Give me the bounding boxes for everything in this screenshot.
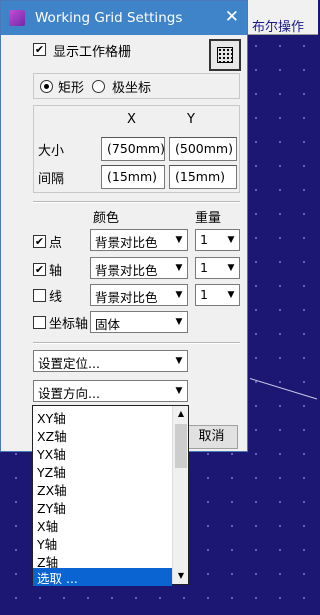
dropdown-option[interactable]: ZY轴	[37, 498, 66, 516]
weight-header: 重量	[195, 211, 222, 226]
direction-dropdown-list[interactable]: XY轴 XZ轴 YX轴 YZ轴 ZX轴 ZY轴 X轴 Y轴 Z轴 选取 ... …	[32, 405, 189, 586]
coord-axis-label: 坐标轴	[49, 317, 89, 332]
chevron-down-icon: ▼	[171, 312, 187, 332]
lines-weight-value: 1	[200, 287, 208, 302]
set-position-select[interactable]: 设置定位... ▼	[33, 350, 188, 372]
chevron-down-icon: ▼	[223, 230, 239, 250]
points-color-value: 背景对比色	[95, 235, 158, 250]
set-direction-value: 设置方向...	[38, 386, 100, 401]
polar-label: 极坐标	[112, 81, 152, 96]
scroll-thumb[interactable]	[175, 424, 187, 468]
spacing-label: 间隔	[38, 172, 65, 187]
chevron-down-icon: ▼	[171, 230, 187, 250]
main-toolbar-fragment: 布尔操作	[246, 0, 318, 35]
lines-label: 线	[49, 290, 63, 305]
axis-weight-value: 1	[200, 260, 208, 275]
dropdown-option[interactable]: XY轴	[37, 408, 66, 426]
points-checkbox[interactable]: ✔	[33, 235, 46, 248]
axis-checkbox[interactable]: ✔	[33, 263, 46, 276]
spacing-y-field[interactable]: (15mm)	[169, 165, 237, 189]
spacing-x-field[interactable]: (15mm)	[101, 165, 165, 189]
close-icon[interactable]: ✕	[225, 7, 239, 27]
axis-color-value: 背景对比色	[95, 263, 158, 278]
dropdown-option[interactable]: XZ轴	[37, 426, 67, 444]
show-grid-checkbox[interactable]: ✔	[33, 43, 46, 56]
column-x-header: X	[127, 112, 136, 127]
dropdown-option-selected[interactable]: 选取 ...	[33, 568, 172, 586]
separator	[33, 201, 240, 203]
color-header: 颜色	[93, 211, 120, 226]
column-y-header: Y	[187, 112, 195, 127]
dropdown-option[interactable]: Y轴	[37, 534, 57, 552]
axis-color-select[interactable]: 背景对比色 ▼	[90, 257, 188, 279]
lines-weight-select[interactable]: 1 ▼	[195, 284, 240, 306]
working-grid-settings-dialog: Working Grid Settings ✕ ✔ 显示工作格栅 矩形 极坐标 …	[0, 0, 248, 452]
app-icon	[9, 10, 25, 26]
coord-mode-group: 矩形 极坐标	[33, 73, 240, 99]
cancel-button[interactable]: 取消	[185, 425, 238, 449]
scroll-up-icon[interactable]: ▲	[173, 406, 189, 422]
radio-rectangular[interactable]	[40, 80, 53, 93]
points-weight-select[interactable]: 1 ▼	[195, 229, 240, 251]
dropdown-option[interactable]: YX轴	[37, 444, 66, 462]
lines-color-select[interactable]: 背景对比色 ▼	[90, 284, 188, 306]
lines-checkbox[interactable]	[33, 289, 46, 302]
chevron-down-icon: ▼	[171, 285, 187, 305]
title-bar[interactable]: Working Grid Settings ✕	[1, 1, 247, 35]
coord-axis-style-value: 固体	[95, 317, 121, 332]
coord-axis-style-select[interactable]: 固体 ▼	[90, 311, 188, 333]
separator	[33, 342, 240, 344]
scroll-down-icon[interactable]: ▼	[173, 568, 189, 584]
dialog-title: Working Grid Settings	[35, 10, 183, 26]
size-y-field[interactable]: (500mm)	[169, 137, 237, 161]
show-grid-label: 显示工作格栅	[53, 45, 132, 60]
axis-weight-select[interactable]: 1 ▼	[195, 257, 240, 279]
grid-settings-button[interactable]	[209, 39, 241, 71]
points-weight-value: 1	[200, 232, 208, 247]
dropdown-scrollbar[interactable]: ▲ ▼	[172, 406, 188, 584]
dropdown-option[interactable]: ZX轴	[37, 480, 67, 498]
points-label: 点	[49, 236, 63, 251]
rectangular-label: 矩形	[58, 81, 85, 96]
axis-label: 轴	[49, 264, 63, 279]
chevron-down-icon: ▼	[223, 258, 239, 278]
dropdown-option[interactable]: X轴	[37, 516, 58, 534]
size-x-field[interactable]: (750mm)	[101, 137, 165, 161]
points-color-select[interactable]: 背景对比色 ▼	[90, 229, 188, 251]
toolbar-boolean-label[interactable]: 布尔操作	[252, 16, 304, 35]
size-label: 大小	[38, 144, 65, 159]
chevron-down-icon: ▼	[223, 285, 239, 305]
chevron-down-icon: ▼	[171, 381, 187, 401]
dropdown-option[interactable]: YZ轴	[37, 462, 66, 480]
coord-axis-checkbox[interactable]	[33, 316, 46, 329]
grid-icon	[217, 47, 233, 63]
chevron-down-icon: ▼	[171, 258, 187, 278]
lines-color-value: 背景对比色	[95, 290, 158, 305]
chevron-down-icon: ▼	[171, 351, 187, 371]
radio-polar[interactable]	[92, 80, 105, 93]
set-position-value: 设置定位...	[38, 356, 100, 371]
set-direction-select[interactable]: 设置方向... ▼	[33, 380, 188, 402]
